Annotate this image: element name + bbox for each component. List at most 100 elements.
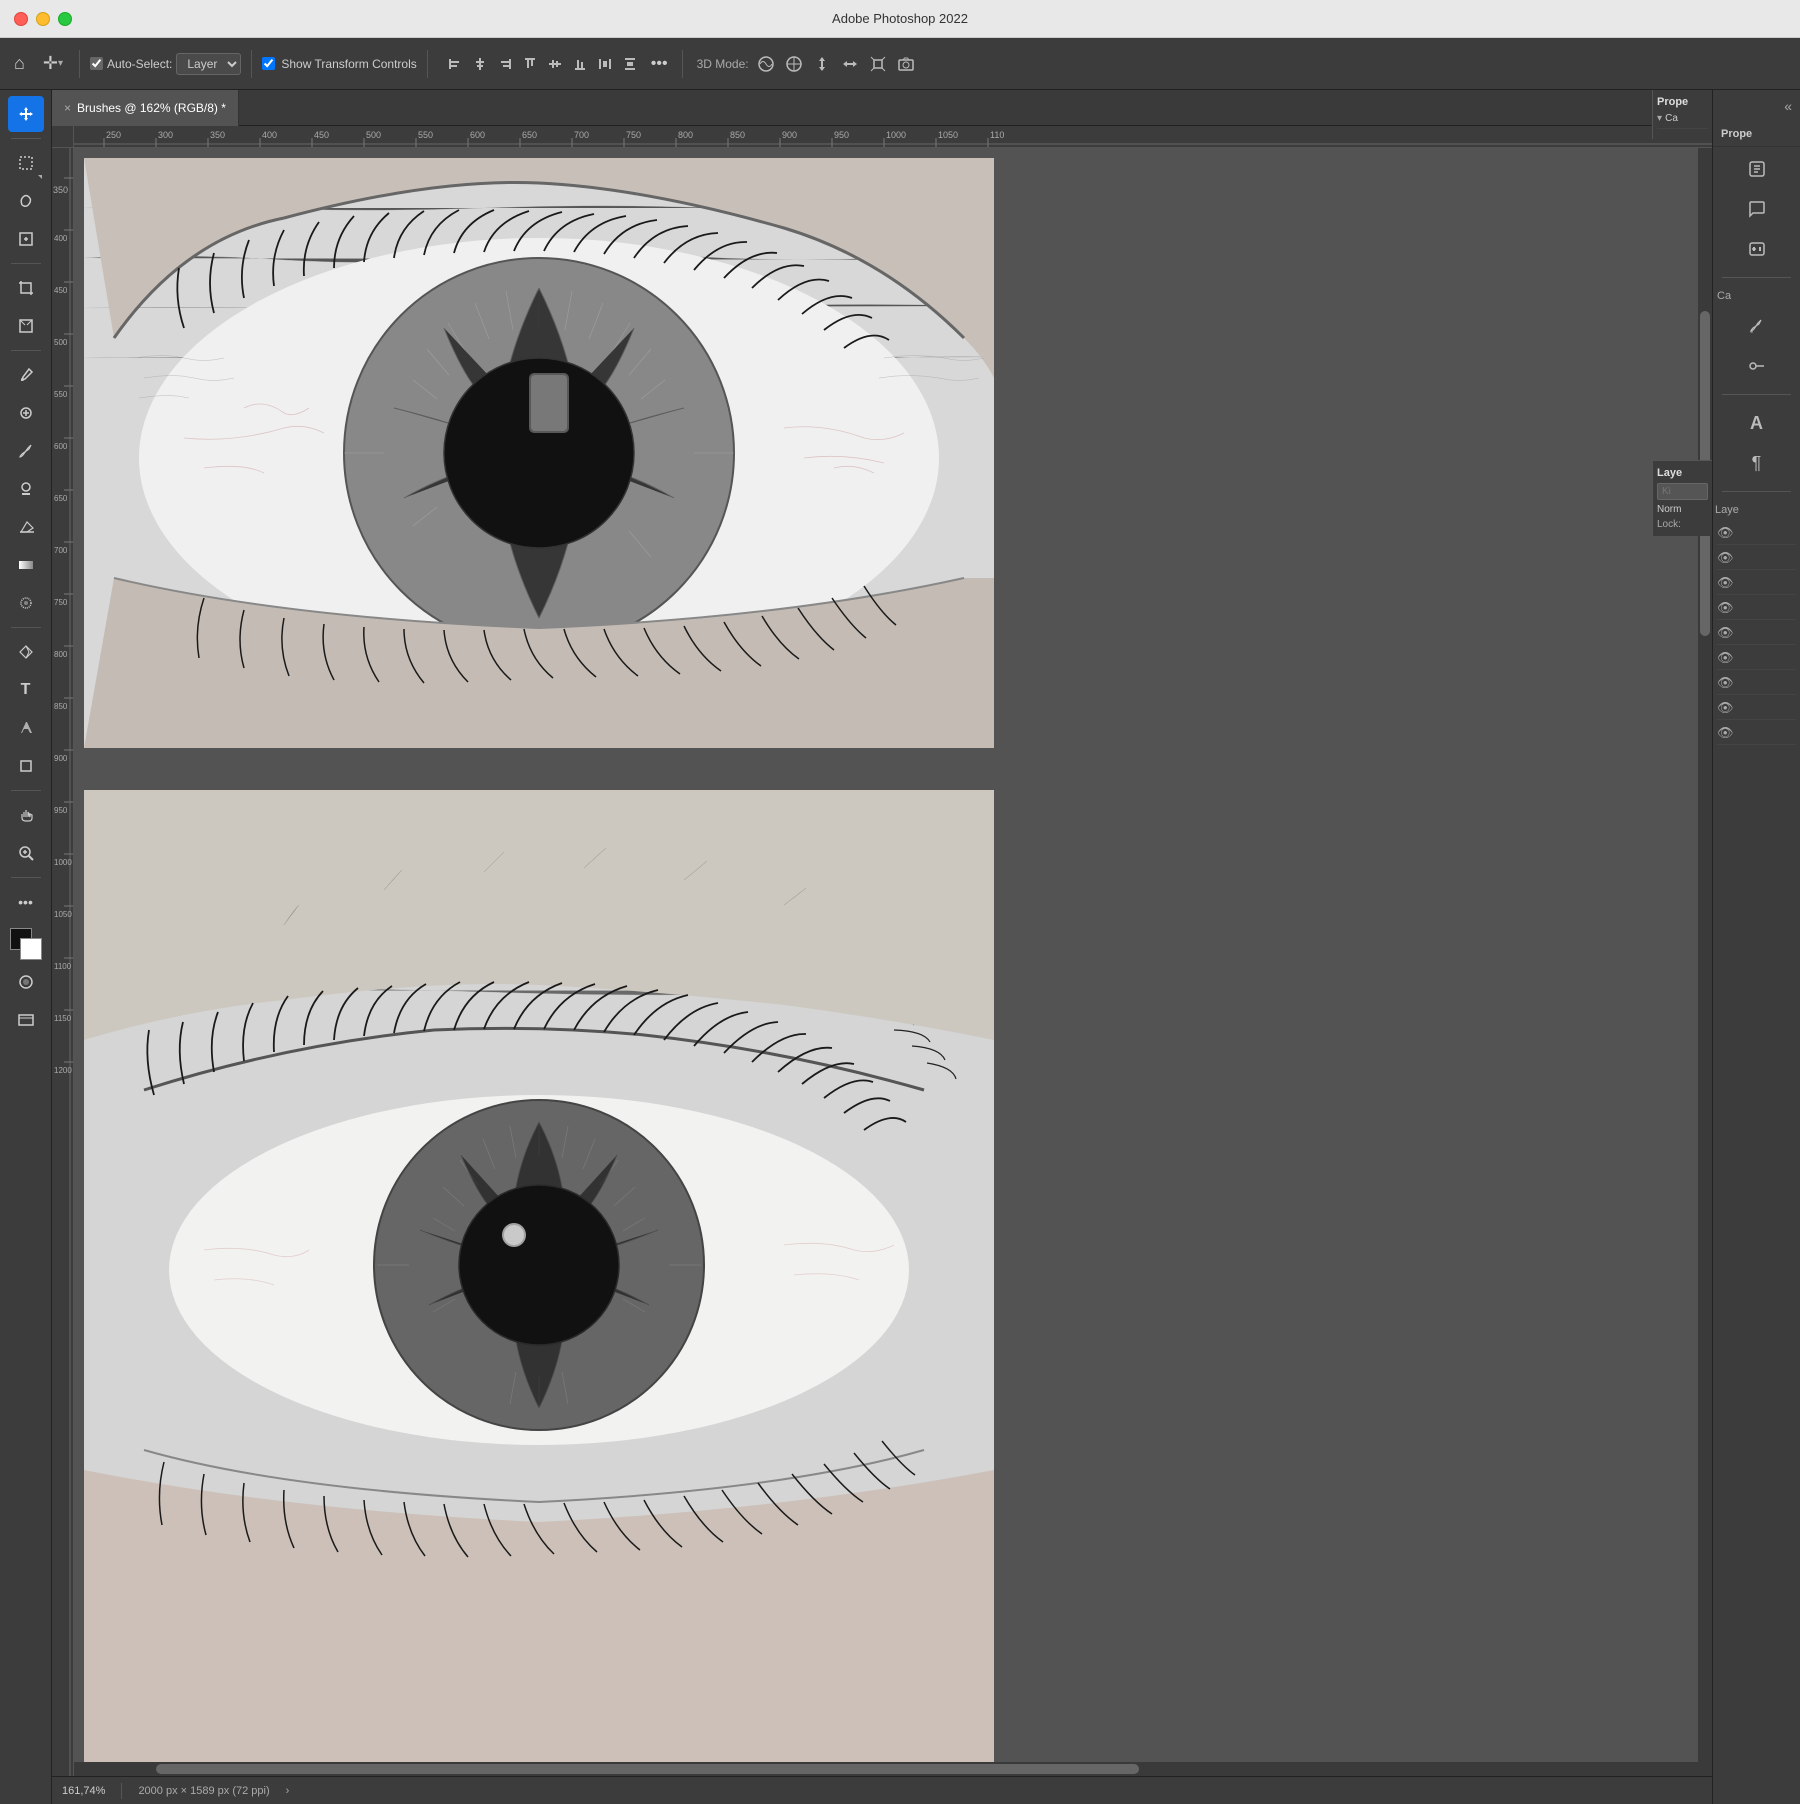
canvas-viewport[interactable] (74, 148, 1712, 1776)
3d-camera-button[interactable] (895, 53, 917, 75)
layer-visibility-icon[interactable]: 👁 (1717, 550, 1734, 566)
background-color[interactable] (20, 938, 42, 960)
eyedropper-tool[interactable] (8, 357, 44, 393)
align-right-button[interactable] (494, 53, 516, 75)
document-dimensions: 2000 px × 1589 px (72 ppi) (138, 1785, 269, 1797)
heal-tool[interactable] (8, 395, 44, 431)
auto-select-checkbox[interactable] (90, 57, 103, 70)
3d-roll-button[interactable] (783, 53, 805, 75)
layer-item[interactable]: 👁 (1717, 547, 1796, 570)
blur-tool[interactable] (8, 585, 44, 621)
layer-item[interactable]: 👁 (1717, 672, 1796, 695)
tool-options-icon[interactable] (1739, 348, 1775, 384)
align-center-v-button[interactable] (544, 53, 566, 75)
text-icon[interactable]: A (1739, 405, 1775, 441)
svg-text:850: 850 (54, 702, 68, 711)
home-button[interactable]: ⌂ (8, 49, 31, 78)
lasso-tool[interactable] (8, 183, 44, 219)
layer-item[interactable]: 👁 (1717, 647, 1796, 670)
maximize-button[interactable] (58, 12, 72, 26)
layer-visibility-icon[interactable]: 👁 (1717, 725, 1734, 741)
layer-visibility-icon[interactable]: 👁 (1717, 525, 1734, 541)
document-tab-active[interactable]: × Brushes @ 162% (RGB/8) * (52, 90, 239, 126)
crop-tool[interactable] (8, 270, 44, 306)
layer-visibility-icon[interactable]: 👁 (1717, 675, 1734, 691)
move-tool[interactable] (8, 96, 44, 132)
align-left-button[interactable] (444, 53, 466, 75)
brush-settings-icon[interactable] (1739, 308, 1775, 344)
shape-tool[interactable] (8, 748, 44, 784)
layer-item[interactable]: 👁 (1717, 622, 1796, 645)
panel-divider (1722, 277, 1792, 278)
canvas-with-rulers: 250 300 350 400 450 500 55 (52, 126, 1712, 1804)
move-tool-btn[interactable]: ✛ ▾ (37, 49, 69, 78)
text-tool[interactable]: T (8, 672, 44, 708)
props-panel-partial: Prope ▾ Ca (1652, 90, 1712, 139)
hand-tool[interactable] (8, 797, 44, 833)
3d-pan-button[interactable] (811, 53, 833, 75)
panel-collapse-row: « (1713, 98, 1800, 114)
layer-item[interactable]: 👁 (1717, 572, 1796, 595)
align-center-h-button[interactable] (469, 53, 491, 75)
zoom-tool[interactable] (8, 835, 44, 871)
color-swatches[interactable] (8, 926, 44, 962)
3d-scale-button[interactable] (867, 53, 889, 75)
object-select-tool[interactable] (8, 221, 44, 257)
close-tab-icon[interactable]: × (64, 101, 71, 115)
properties-icon[interactable] (1739, 151, 1775, 187)
props-arrow: ▾ (1657, 113, 1662, 124)
paragraph-icon[interactable]: ¶ (1739, 445, 1775, 481)
layer-visibility-icon[interactable]: 👁 (1717, 625, 1734, 641)
distribute-h-button[interactable] (594, 53, 616, 75)
scrollbar-thumb-h[interactable] (156, 1764, 1139, 1774)
auto-select-dropdown[interactable]: Layer (176, 53, 241, 75)
vertical-scrollbar[interactable] (1698, 148, 1712, 1776)
more-icon: ••• (651, 55, 668, 72)
stamp-tool[interactable] (8, 471, 44, 507)
layer-item[interactable]: 👁 (1717, 722, 1796, 745)
minimize-button[interactable] (36, 12, 50, 26)
eraser-tool[interactable] (8, 509, 44, 545)
svg-text:950: 950 (834, 130, 849, 140)
brush-tool[interactable] (8, 433, 44, 469)
more-tools-button[interactable]: ••• (8, 884, 44, 920)
align-top-button[interactable] (519, 53, 541, 75)
layer-visibility-icon[interactable]: 👁 (1717, 600, 1734, 616)
distribute-v-button[interactable] (619, 53, 641, 75)
layer-item[interactable]: 👁 (1717, 597, 1796, 620)
tool-separator-2 (11, 263, 41, 264)
layers-search-input[interactable] (1657, 483, 1708, 500)
document-tab-title: Brushes @ 162% (RGB/8) * (77, 101, 226, 115)
collapse-panel-button[interactable]: « (1784, 98, 1792, 114)
3d-rotate-button[interactable] (755, 53, 777, 75)
horizontal-scrollbar[interactable] (74, 1762, 1712, 1776)
svg-text:1000: 1000 (886, 130, 906, 140)
3d-slide-button[interactable] (839, 53, 861, 75)
separator-4 (682, 50, 683, 78)
show-transform-checkbox[interactable] (262, 57, 275, 70)
ruler-horizontal: 250 300 350 400 450 500 55 (74, 126, 1712, 148)
layer-visibility-icon[interactable]: 👁 (1717, 650, 1734, 666)
layer-item[interactable]: 👁 (1717, 522, 1796, 545)
ruler-top-row: 250 300 350 400 450 500 55 (52, 126, 1712, 148)
separator-1 (79, 50, 80, 78)
svg-text:700: 700 (574, 130, 589, 140)
close-button[interactable] (14, 12, 28, 26)
quick-mask-button[interactable] (8, 964, 44, 1000)
comments-icon[interactable] (1739, 191, 1775, 227)
more-options-button[interactable]: ••• (647, 51, 672, 77)
gradient-tool[interactable] (8, 547, 44, 583)
text-group: T (8, 672, 44, 708)
layers-mode-row: Norm (1657, 504, 1708, 515)
path-select-tool[interactable] (8, 710, 44, 746)
adjustments-icon[interactable] (1739, 231, 1775, 267)
align-bottom-button[interactable] (569, 53, 591, 75)
layer-visibility-icon[interactable]: 👁 (1717, 575, 1734, 591)
separator-2 (251, 50, 252, 78)
frame-tool[interactable] (8, 308, 44, 344)
screen-mode-button[interactable] (8, 1002, 44, 1038)
layer-visibility-icon[interactable]: 👁 (1717, 700, 1734, 716)
status-arrow[interactable]: › (286, 1785, 290, 1797)
layer-item[interactable]: 👁 (1717, 697, 1796, 720)
pen-tool[interactable] (8, 634, 44, 670)
